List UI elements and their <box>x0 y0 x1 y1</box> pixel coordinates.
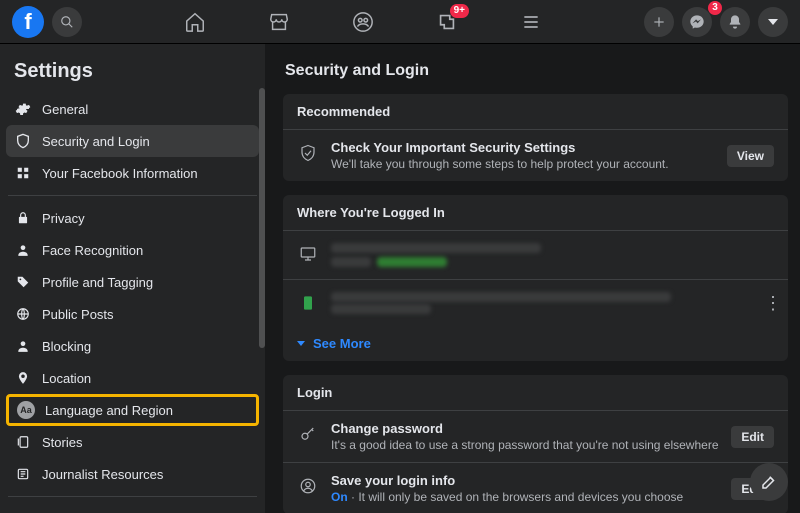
save-login-row: Save your login info On · It will only b… <box>283 462 788 513</box>
topbar: f 9+ 3 <box>0 0 800 44</box>
sidebar-item-general[interactable]: General <box>6 93 259 125</box>
sidebar-item-label: General <box>42 102 88 117</box>
sidebar-item-privacy[interactable]: Privacy <box>6 202 259 234</box>
search-button[interactable] <box>52 7 82 37</box>
sidebar-item-label: Blocking <box>42 339 91 354</box>
messenger-button[interactable]: 3 <box>682 7 712 37</box>
recommended-title: Check Your Important Security Settings <box>331 140 715 155</box>
sidebar-item-blocking[interactable]: Blocking <box>6 330 259 362</box>
login-header: Login <box>283 375 788 411</box>
edit-button[interactable]: Edit <box>731 426 774 448</box>
recommended-row: Check Your Important Security Settings W… <box>283 130 788 181</box>
recommended-sub: We'll take you through some steps to hel… <box>331 157 715 171</box>
sidebar-item-label: Language and Region <box>45 403 173 418</box>
change-password-title: Change password <box>331 421 719 436</box>
bell-icon <box>727 14 743 30</box>
see-more-button[interactable]: See More <box>283 326 788 361</box>
sidebar-item-label: Privacy <box>42 211 85 226</box>
plus-icon <box>652 15 666 29</box>
facebook-logo[interactable]: f <box>12 6 44 38</box>
compose-fab[interactable] <box>750 463 788 501</box>
save-login-sub: On · It will only be saved on the browse… <box>331 490 719 504</box>
tag-icon <box>14 273 32 291</box>
sidebar-item-label: Journalist Resources <box>42 467 163 482</box>
session-row[interactable] <box>283 231 788 279</box>
nav-marketplace[interactable] <box>267 10 291 34</box>
session-options-button[interactable]: ⋮ <box>764 293 774 314</box>
grid-icon <box>14 164 32 182</box>
sidebar-item-label: Profile and Tagging <box>42 275 153 290</box>
person-circle-icon <box>297 475 319 497</box>
recommended-card: Recommended Check Your Important Securit… <box>283 94 788 181</box>
mobile-icon <box>297 292 319 314</box>
lock-icon <box>14 209 32 227</box>
compose-icon <box>760 473 778 491</box>
topbar-right: 3 <box>644 7 788 37</box>
nav-gaming[interactable]: 9+ <box>435 10 459 34</box>
sidebar-item-security[interactable]: Security and Login <box>6 125 259 157</box>
sessions-card: Where You're Logged In ⋮ See More <box>283 195 788 361</box>
sidebar-item-label: Public Posts <box>42 307 114 322</box>
messenger-badge: 3 <box>708 1 722 15</box>
person-icon <box>14 241 32 259</box>
gear-icon <box>14 100 32 118</box>
view-button[interactable]: View <box>727 145 774 167</box>
login-card: Login Change password It's a good idea t… <box>283 375 788 513</box>
account-menu-button[interactable] <box>758 7 788 37</box>
search-icon <box>60 15 74 29</box>
nav-home[interactable] <box>183 10 207 34</box>
nav-groups[interactable] <box>351 10 375 34</box>
globe-icon <box>14 305 32 323</box>
groups-icon <box>352 11 374 33</box>
messenger-icon <box>689 14 705 30</box>
sidebar-item-profile-tagging[interactable]: Profile and Tagging <box>6 266 259 298</box>
nav-menu[interactable] <box>519 10 543 34</box>
marketplace-icon <box>268 11 290 33</box>
sidebar-item-journalist[interactable]: Journalist Resources <box>6 458 259 490</box>
sidebar-divider <box>8 496 257 497</box>
see-more-label: See More <box>313 336 371 351</box>
sidebar-item-face-recognition[interactable]: Face Recognition <box>6 234 259 266</box>
sidebar-item-location[interactable]: Location <box>6 362 259 394</box>
notifications-button[interactable] <box>720 7 750 37</box>
sidebar-title: Settings <box>6 56 259 93</box>
chevron-down-icon <box>297 341 305 346</box>
desktop-icon <box>297 243 319 265</box>
sidebar-item-label: Stories <box>42 435 82 450</box>
page-title: Security and Login <box>285 62 788 80</box>
gaming-badge: 9+ <box>450 4 469 18</box>
sessions-header: Where You're Logged In <box>283 195 788 231</box>
language-icon: Aa <box>17 401 35 419</box>
key-icon <box>297 423 319 445</box>
sidebar-item-label: Face Recognition <box>42 243 143 258</box>
person-block-icon <box>14 337 32 355</box>
sidebar-item-label: Security and Login <box>42 134 150 149</box>
top-nav: 9+ <box>82 10 644 34</box>
shield-check-icon <box>297 142 319 164</box>
settings-sidebar: Settings General Security and Login Your… <box>0 44 265 513</box>
menu-icon <box>521 12 541 32</box>
sidebar-item-label: Location <box>42 371 91 386</box>
change-password-sub: It's a good idea to use a strong passwor… <box>331 438 719 452</box>
session-row[interactable]: ⋮ <box>283 279 788 326</box>
sidebar-item-stories[interactable]: Stories <box>6 426 259 458</box>
recommended-header: Recommended <box>283 94 788 130</box>
chevron-down-icon <box>768 19 778 25</box>
create-button[interactable] <box>644 7 674 37</box>
save-login-title: Save your login info <box>331 473 719 488</box>
home-icon <box>184 11 206 33</box>
stories-icon <box>14 433 32 451</box>
sidebar-divider <box>8 195 257 196</box>
sidebar-item-public-posts[interactable]: Public Posts <box>6 298 259 330</box>
sidebar-item-label: Your Facebook Information <box>42 166 198 181</box>
sidebar-item-your-info[interactable]: Your Facebook Information <box>6 157 259 189</box>
change-password-row: Change password It's a good idea to use … <box>283 411 788 462</box>
sidebar-item-language-region[interactable]: Aa Language and Region <box>6 394 259 426</box>
journalist-icon <box>14 465 32 483</box>
shield-icon <box>14 132 32 150</box>
pin-icon <box>14 369 32 387</box>
main-content: Security and Login Recommended Check You… <box>265 44 800 513</box>
